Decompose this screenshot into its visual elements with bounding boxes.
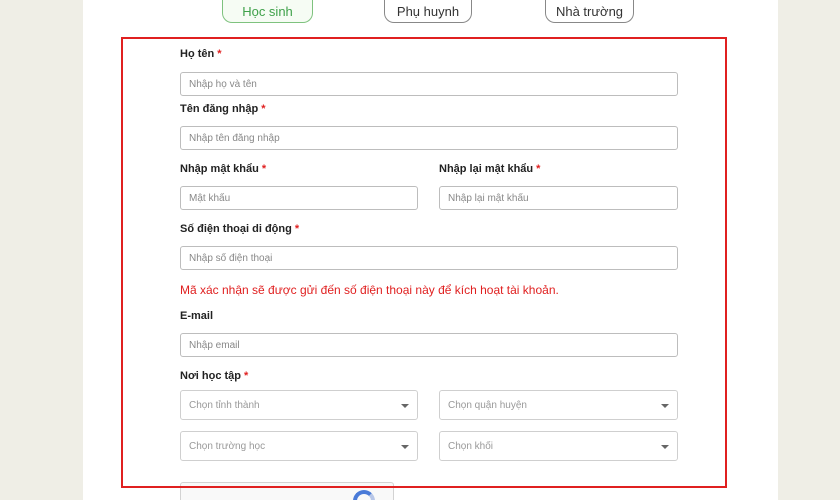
tab-school[interactable]: Nhà trường: [545, 0, 634, 23]
tab-parent[interactable]: Phụ huynh: [384, 0, 472, 23]
tab-student[interactable]: Học sinh: [222, 0, 313, 23]
highlight-frame: [121, 37, 727, 488]
captcha-logo-icon: [353, 490, 375, 500]
